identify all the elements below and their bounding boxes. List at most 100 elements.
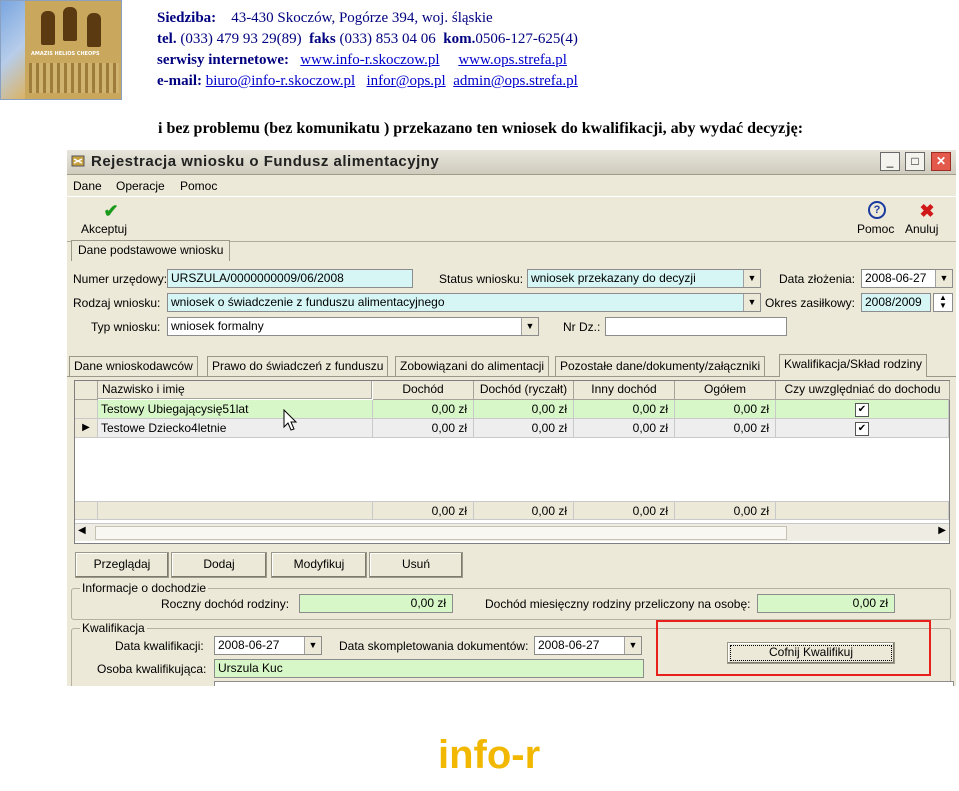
chevron-down-icon[interactable]: ▼ — [304, 637, 321, 654]
menu-dane[interactable]: Dane — [73, 179, 102, 193]
help-icon: ? — [868, 201, 886, 219]
cell-name[interactable]: Testowy Ubiegającysię51lat — [98, 400, 373, 419]
annual-income-field[interactable]: 0,00 zł — [299, 594, 453, 613]
help-button[interactable]: ? Pomoc — [857, 201, 897, 237]
docs-date-field[interactable]: 2008-06-27 ▼ — [534, 636, 642, 655]
totals-empty — [776, 501, 949, 520]
rodzaj-label: Rodzaj wniosku: — [73, 296, 161, 310]
typ-field[interactable]: wniosek formalny ▼ — [167, 317, 539, 336]
cancel-button[interactable]: ✖ Anuluj — [905, 201, 949, 237]
checkbox[interactable]: ✔ — [855, 402, 869, 417]
col-header-dochod[interactable]: Dochód — [373, 381, 474, 400]
minimize-button[interactable]: _ — [880, 152, 900, 171]
cell-uwzgledniac[interactable]: ✔ — [776, 419, 949, 438]
qualifier-field[interactable]: Urszula Kuc — [214, 659, 644, 678]
seat-value: 43-430 Skoczów, Pogórze 394, woj. śląski… — [231, 10, 493, 26]
header-email-line: e-mail: biuro@info-r.skoczow.pl infor@op… — [157, 71, 578, 91]
chevron-down-icon[interactable]: ▼ — [743, 294, 760, 311]
status-value: wniosek przekazany do decyzji — [531, 271, 696, 285]
delete-button[interactable]: Usuń — [369, 552, 463, 578]
monthly-income-label: Dochód miesięczny rodziny przeliczony na… — [485, 597, 751, 611]
modify-button[interactable]: Modyfikuj — [271, 552, 367, 578]
tab-dane-wnioskodawcow[interactable]: Dane wnioskodawców — [69, 356, 198, 376]
checkbox[interactable]: ✔ — [855, 421, 869, 436]
tab-prawo-do-swiadczen[interactable]: Prawo do świadczeń z funduszu — [207, 356, 389, 376]
add-button[interactable]: Dodaj — [171, 552, 267, 578]
nrdz-field[interactable] — [605, 317, 787, 336]
scroll-left-icon[interactable]: ◀ — [78, 525, 86, 536]
horizontal-scrollbar[interactable]: ◀ ▶ — [75, 523, 949, 541]
web-link-info-r[interactable]: www.info-r.skoczow.pl — [300, 52, 439, 68]
chevron-down-icon[interactable]: ▼ — [935, 270, 952, 287]
col-header-ogolem[interactable]: Ogółem — [675, 381, 776, 400]
close-button[interactable]: ✕ — [931, 152, 951, 171]
total-dochod: 0,00 zł — [373, 501, 474, 520]
hidden-field[interactable] — [214, 681, 954, 686]
cell-ryczalt[interactable]: 0,00 zł — [474, 419, 574, 438]
numer-field[interactable]: URSZULA/0000000009/06/2008 — [167, 269, 413, 288]
window-titlebar: Rejestracja wniosku o Fundusz alimentacy… — [67, 150, 956, 175]
chevron-down-icon[interactable]: ▼ — [624, 637, 641, 654]
web-label: serwisy internetowe: — [157, 52, 290, 68]
okres-spinner[interactable]: ▲ ▼ — [933, 293, 953, 312]
menu-operacje[interactable]: Operacje — [116, 179, 165, 193]
scroll-right-icon[interactable]: ▶ — [938, 525, 946, 536]
cell-uwzgledniac[interactable]: ✔ — [776, 400, 949, 419]
income-group-label: Informacje o dochodzie — [80, 581, 209, 595]
menu-bar: Dane Operacje Pomoc — [67, 176, 956, 196]
tab-zobowiazani[interactable]: Zobowiązani do alimentacji — [395, 356, 550, 376]
cell-inny[interactable]: 0,00 zł — [574, 419, 675, 438]
monthly-income-field[interactable]: 0,00 zł — [757, 594, 895, 613]
cell-ogolem[interactable]: 0,00 zł — [675, 400, 776, 419]
tab-basic-data[interactable]: Dane podstawowe wniosku — [71, 240, 231, 261]
chevron-down-icon[interactable]: ▼ — [743, 270, 760, 287]
intro-text: i bez problemu (bez komunikatu ) przekaz… — [158, 120, 804, 137]
total-ogolem: 0,00 zł — [675, 501, 776, 520]
logo-caption: AMAZIS HELIOS CHEOPS — [31, 51, 100, 57]
chevron-down-icon[interactable]: ▼ — [521, 318, 538, 335]
cell-ogolem[interactable]: 0,00 zł — [675, 419, 776, 438]
email-link-infor[interactable]: infor@ops.pl — [366, 73, 445, 89]
row-selector[interactable] — [75, 400, 98, 419]
okres-field[interactable]: 2008/2009 — [861, 293, 931, 312]
qualification-date-field[interactable]: 2008-06-27 ▼ — [214, 636, 322, 655]
cell-dochod[interactable]: 0,00 zł — [373, 400, 474, 419]
status-field[interactable]: wniosek przekazany do decyzji ▼ — [527, 269, 761, 288]
totals-label-cell — [98, 501, 373, 520]
footer-logo: info-r — [438, 733, 540, 777]
menu-pomoc[interactable]: Pomoc — [180, 179, 217, 193]
browse-button[interactable]: Przeglądaj — [75, 552, 169, 578]
email-link-admin[interactable]: admin@ops.strefa.pl — [453, 73, 578, 89]
row-pointer-icon[interactable]: ▶ — [75, 419, 98, 438]
web-link-ops[interactable]: www.ops.strefa.pl — [458, 52, 567, 68]
tab-pozostale-dane[interactable]: Pozostałe dane/dokumenty/załączniki — [555, 356, 766, 376]
cell-ryczalt[interactable]: 0,00 zł — [474, 400, 574, 419]
accept-label: Akceptuj — [81, 222, 128, 236]
data-zlozenia-field[interactable]: 2008-06-27 ▼ — [861, 269, 953, 288]
logo-figure — [41, 11, 55, 45]
total-ryczalt: 0,00 zł — [474, 501, 574, 520]
qualifier-label: Osoba kwalifikująca: — [97, 662, 207, 676]
cell-dochod[interactable]: 0,00 zł — [373, 419, 474, 438]
cross-icon: ✖ — [919, 201, 935, 221]
seat-label: Siedziba: — [157, 10, 217, 26]
logo-figure — [87, 13, 101, 47]
header-phone-line: tel. (033) 479 93 29(89) faks (033) 853 … — [157, 29, 578, 49]
maximize-button[interactable]: □ — [905, 152, 925, 171]
docs-date-label: Data skompletowania dokumentów: — [339, 639, 529, 653]
accept-button[interactable]: ✔ Akceptuj — [81, 201, 141, 237]
toolbar: ✔ Akceptuj ? Pomoc ✖ Anuluj — [67, 196, 956, 242]
rodzaj-field[interactable]: wniosek o świadczenie z funduszu aliment… — [167, 293, 761, 312]
qualification-group-label: Kwalifikacja — [80, 621, 147, 635]
tel-label: tel. — [157, 31, 177, 47]
col-header-inny[interactable]: Inny dochód — [574, 381, 675, 400]
col-header-name[interactable]: Nazwisko i imię — [98, 381, 372, 399]
cell-inny[interactable]: 0,00 zł — [574, 400, 675, 419]
scroll-thumb[interactable] — [95, 526, 787, 540]
col-header-ryczalt[interactable]: Dochód (ryczałt) — [474, 381, 574, 400]
app-icon — [71, 155, 85, 167]
cell-name[interactable]: Testowe Dziecko4letnie — [98, 419, 373, 438]
tab-kwalifikacja[interactable]: Kwalifikacja/Skład rodziny — [779, 354, 928, 377]
col-header-uwzgledniac[interactable]: Czy uwzględniać do dochodu — [776, 381, 950, 400]
email-link-biuro[interactable]: biuro@info-r.skoczow.pl — [206, 73, 355, 89]
